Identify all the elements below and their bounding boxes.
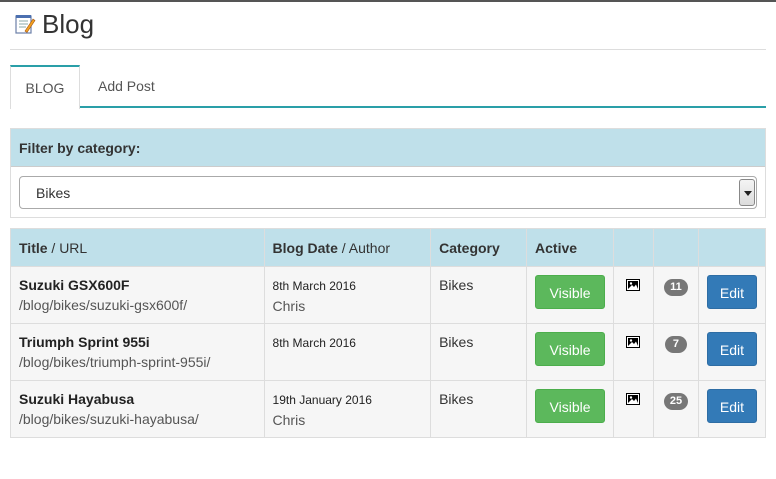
- edit-button[interactable]: Edit: [706, 275, 757, 309]
- image-cell: [613, 323, 654, 381]
- post-title: Suzuki GSX600F: [19, 277, 130, 293]
- tab-add-post[interactable]: Add Post: [98, 65, 155, 108]
- header-divider: [10, 49, 766, 50]
- col-edit: [697, 228, 767, 267]
- table-row: Suzuki GSX600F /blog/bikes/suzuki-gsx600…: [10, 266, 767, 324]
- title-cell: Suzuki GSX600F /blog/bikes/suzuki-gsx600…: [10, 266, 265, 324]
- post-url: /blog/bikes/triumph-sprint-955i/: [19, 354, 211, 370]
- title-cell: Triumph Sprint 955i /blog/bikes/triumph-…: [10, 323, 265, 381]
- col-count: [652, 228, 699, 267]
- count-cell: 11: [652, 266, 699, 324]
- tab-bar: BLOG Add Post: [10, 65, 766, 109]
- edit-button[interactable]: Edit: [706, 332, 757, 366]
- post-url: /blog/bikes/suzuki-gsx600f/: [19, 297, 188, 313]
- image-icon[interactable]: [626, 336, 641, 348]
- image-icon[interactable]: [626, 279, 641, 291]
- chevron-down-icon[interactable]: [739, 179, 755, 206]
- col-image: [613, 228, 654, 267]
- post-date: 8th March 2016: [272, 279, 356, 293]
- post-date: 19th January 2016: [272, 393, 372, 407]
- table-row: Triumph Sprint 955i /blog/bikes/triumph-…: [10, 323, 767, 381]
- visible-button[interactable]: Visible: [535, 275, 606, 309]
- count-cell: 7: [652, 323, 699, 381]
- comment-count-badge: 25: [663, 393, 689, 410]
- table-row: Suzuki Hayabusa /blog/bikes/suzuki-hayab…: [10, 380, 767, 438]
- image-icon[interactable]: [626, 393, 641, 405]
- page-header: Blog: [10, 8, 94, 40]
- category-select[interactable]: Bikes: [19, 176, 757, 209]
- active-cell: Visible: [526, 323, 615, 381]
- col-active: Active: [526, 228, 615, 267]
- post-author: Chris: [272, 298, 306, 314]
- col-category: Category: [430, 228, 528, 267]
- comment-count-badge: 11: [664, 279, 688, 296]
- edit-button[interactable]: Edit: [706, 389, 757, 423]
- category-select-value: Bikes: [36, 185, 71, 201]
- post-title: Suzuki Hayabusa: [19, 391, 135, 407]
- post-category: Bikes: [430, 323, 528, 381]
- date-cell: 19th January 2016 Chris: [263, 380, 432, 438]
- filter-heading: Filter by category:: [11, 129, 765, 167]
- post-category: Bikes: [430, 266, 528, 324]
- post-url: /blog/bikes/suzuki-hayabusa/: [19, 411, 199, 427]
- date-cell: 8th March 2016 Chris: [263, 266, 432, 324]
- edit-cell: Edit: [697, 380, 767, 438]
- visible-button[interactable]: Visible: [535, 332, 606, 366]
- post-title: Triumph Sprint 955i: [19, 334, 150, 350]
- title-cell: Suzuki Hayabusa /blog/bikes/suzuki-hayab…: [10, 380, 265, 438]
- date-cell: 8th March 2016: [263, 323, 432, 381]
- comment-count-badge: 7: [664, 336, 687, 353]
- visible-button[interactable]: Visible: [535, 389, 606, 423]
- filter-panel: Filter by category: Bikes: [10, 128, 766, 218]
- active-cell: Visible: [526, 380, 615, 438]
- image-cell: [613, 266, 654, 324]
- table-header-row: Title / URL Blog Date / Author Category …: [10, 228, 767, 267]
- posts-table: Title / URL Blog Date / Author Category …: [10, 228, 767, 438]
- col-date-author: Blog Date / Author: [263, 228, 432, 267]
- count-cell: 25: [652, 380, 699, 438]
- notepad-icon: [14, 13, 36, 35]
- image-cell: [613, 380, 654, 438]
- window-top-border: [0, 0, 776, 2]
- post-category: Bikes: [430, 380, 528, 438]
- page-title: Blog: [42, 8, 95, 39]
- tab-blog[interactable]: BLOG: [10, 65, 80, 109]
- edit-cell: Edit: [697, 266, 767, 324]
- col-title-url: Title / URL: [10, 228, 265, 267]
- edit-cell: Edit: [697, 323, 767, 381]
- post-author: Chris: [272, 412, 306, 428]
- active-cell: Visible: [526, 266, 615, 324]
- post-date: 8th March 2016: [272, 336, 356, 350]
